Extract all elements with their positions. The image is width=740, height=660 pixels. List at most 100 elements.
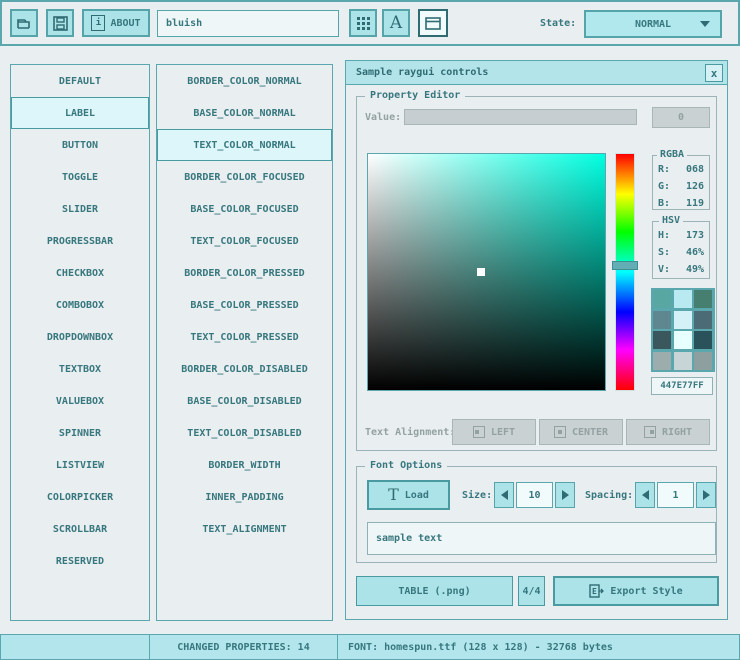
spacing-label: Spacing: (585, 490, 633, 501)
open-file-button[interactable] (10, 9, 38, 37)
align-right-button[interactable]: RIGHT (626, 419, 710, 445)
spacing-decrease-button[interactable] (635, 482, 655, 508)
list-item[interactable]: VALUEBOX (11, 385, 149, 417)
sample-window-toggle-button[interactable] (418, 9, 448, 37)
size-label: Size: (462, 490, 492, 501)
style-color-swatch[interactable] (694, 290, 712, 308)
list-item-selected[interactable]: TEXT_COLOR_NORMAL (157, 129, 332, 161)
list-item[interactable]: BORDER_WIDTH (157, 449, 332, 481)
style-color-swatch[interactable] (653, 290, 671, 308)
align-center-icon (554, 426, 566, 438)
align-left-button[interactable]: LEFT (452, 419, 536, 445)
list-item[interactable]: TEXT_COLOR_DISABLED (157, 417, 332, 449)
style-color-swatch[interactable] (694, 311, 712, 329)
style-color-swatch[interactable] (694, 331, 712, 349)
list-item[interactable]: INNER_PADDING (157, 481, 332, 513)
list-item-selected[interactable]: LABEL (11, 97, 149, 129)
value-box[interactable]: 0 (652, 107, 710, 128)
list-item[interactable]: BORDER_COLOR_NORMAL (157, 65, 332, 97)
pages-box[interactable]: 4/4 (518, 576, 545, 606)
style-name-input[interactable] (157, 10, 339, 37)
sample-window-title: Sample raygui controls (356, 67, 488, 78)
list-item[interactable]: TEXT_ALIGNMENT (157, 513, 332, 545)
font-load-button[interactable]: T Load (367, 480, 450, 510)
arrow-left-icon (501, 490, 508, 500)
font-options-title: Font Options (365, 460, 447, 471)
size-value-box[interactable]: 10 (516, 482, 553, 508)
list-item[interactable]: BORDER_COLOR_FOCUSED (157, 161, 332, 193)
style-color-swatch[interactable] (674, 290, 692, 308)
chevron-down-icon (700, 21, 710, 27)
s-label: S: (658, 247, 670, 258)
style-color-swatch[interactable] (674, 331, 692, 349)
style-color-swatch[interactable] (653, 311, 671, 329)
font-atlas-button[interactable]: A (382, 9, 410, 37)
hex-value-box[interactable]: 447E77FF (651, 377, 713, 395)
list-item[interactable]: BORDER_COLOR_PRESSED (157, 257, 332, 289)
sample-window-titlebar[interactable]: Sample raygui controls (346, 61, 727, 85)
save-file-button[interactable] (46, 9, 74, 37)
spacing-value-box[interactable]: 1 (657, 482, 694, 508)
size-decrease-button[interactable] (494, 482, 514, 508)
align-center-button[interactable]: CENTER (539, 419, 623, 445)
list-item[interactable]: BASE_COLOR_PRESSED (157, 289, 332, 321)
hue-slider[interactable] (615, 153, 635, 391)
spacing-increase-button[interactable] (696, 482, 716, 508)
hue-slider-handle[interactable] (612, 261, 638, 270)
export-style-label: Export Style (610, 586, 682, 597)
list-item[interactable]: BORDER_COLOR_DISABLED (157, 353, 332, 385)
rguistyler-app: i ABOUT A State: NORMAL DEFAULT LABEL BU… (0, 0, 740, 660)
value-box-text: 0 (678, 112, 684, 123)
state-dropdown[interactable]: NORMAL (584, 10, 722, 38)
sample-text-value: sample text (376, 533, 442, 544)
style-color-swatch[interactable] (694, 352, 712, 370)
list-item[interactable]: LISTVIEW (11, 449, 149, 481)
g-value: 126 (686, 181, 704, 192)
style-colors-grid (651, 288, 715, 372)
list-item[interactable]: BASE_COLOR_FOCUSED (157, 193, 332, 225)
list-item[interactable]: TEXT_COLOR_PRESSED (157, 321, 332, 353)
align-left-label: LEFT (491, 427, 515, 438)
style-table-view-button[interactable] (349, 9, 377, 37)
list-item[interactable]: TEXTBOX (11, 353, 149, 385)
style-color-swatch[interactable] (674, 311, 692, 329)
about-button[interactable]: i ABOUT (82, 9, 150, 37)
changed-properties-text: CHANGED PROPERTIES: 14 (177, 642, 309, 653)
close-button[interactable]: x (705, 64, 723, 82)
style-color-swatch[interactable] (653, 331, 671, 349)
statusbar-changed-properties: CHANGED PROPERTIES: 14 (149, 634, 338, 660)
v-value: 49% (686, 264, 704, 275)
align-left-icon (473, 426, 485, 438)
list-item[interactable]: SPINNER (11, 417, 149, 449)
list-item[interactable]: DEFAULT (11, 65, 149, 97)
svg-text:E: E (592, 587, 597, 596)
h-value: 173 (686, 230, 704, 241)
style-color-swatch[interactable] (674, 352, 692, 370)
list-item[interactable]: RESERVED (11, 545, 149, 577)
hex-value-text: 447E77FF (660, 381, 703, 391)
size-increase-button[interactable] (555, 482, 575, 508)
text-alignment-label: Text Alignment: (365, 427, 455, 438)
list-item[interactable]: BASE_COLOR_DISABLED (157, 385, 332, 417)
list-item[interactable]: PROGRESSBAR (11, 225, 149, 257)
style-color-swatch[interactable] (653, 352, 671, 370)
sample-text-input[interactable]: sample text (367, 522, 716, 555)
list-item[interactable]: SCROLLBAR (11, 513, 149, 545)
value-slider[interactable] (404, 109, 637, 125)
close-icon: x (711, 67, 718, 80)
list-item[interactable]: COLORPICKER (11, 481, 149, 513)
table-png-button[interactable]: TABLE (.png) (356, 576, 513, 606)
list-item[interactable]: BUTTON (11, 129, 149, 161)
export-style-button[interactable]: E Export Style (553, 576, 719, 606)
list-item[interactable]: TEXT_COLOR_FOCUSED (157, 225, 332, 257)
r-label: R: (658, 164, 670, 175)
statusbar-font-info: FONT: homespun.ttf (128 x 128) - 32768 b… (337, 634, 740, 660)
color-picker-panel[interactable] (367, 153, 606, 391)
list-item[interactable]: SLIDER (11, 193, 149, 225)
list-item[interactable]: TOGGLE (11, 161, 149, 193)
list-item[interactable]: DROPDOWNBOX (11, 321, 149, 353)
color-picker-cursor[interactable] (477, 268, 485, 276)
list-item[interactable]: BASE_COLOR_NORMAL (157, 97, 332, 129)
list-item[interactable]: CHECKBOX (11, 257, 149, 289)
list-item[interactable]: COMBOBOX (11, 289, 149, 321)
